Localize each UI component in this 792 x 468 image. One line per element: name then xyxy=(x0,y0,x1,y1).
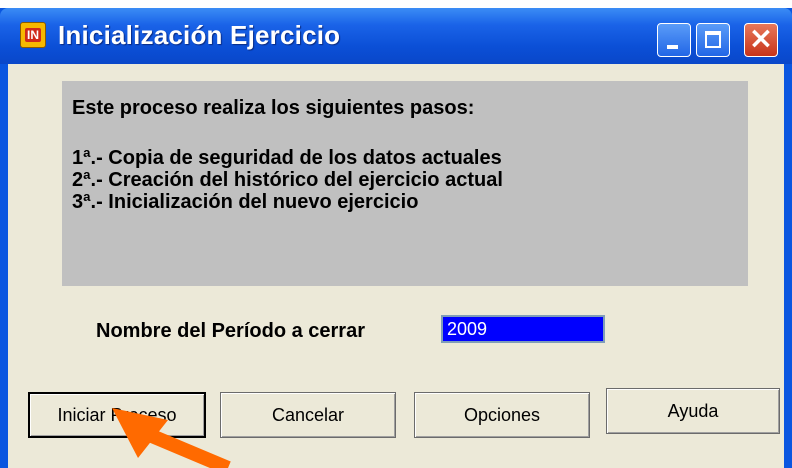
close-icon: × xyxy=(748,21,774,56)
cancel-button[interactable]: Cancelar xyxy=(220,392,396,438)
minimize-button[interactable] xyxy=(657,23,691,57)
step-1: 1ª.- Copia de seguridad de los datos act… xyxy=(72,147,502,169)
window-title: Inicialización Ejercicio xyxy=(58,20,341,50)
start-process-button[interactable]: Iniciar Proceso xyxy=(28,392,206,438)
info-panel: Este proceso realiza los siguientes paso… xyxy=(62,81,748,286)
maximize-button[interactable] xyxy=(696,23,730,57)
app-icon[interactable]: IN xyxy=(20,22,46,48)
info-heading: Este proceso realiza los siguientes paso… xyxy=(72,97,475,119)
options-button[interactable]: Opciones xyxy=(414,392,590,438)
step-2: 2ª.- Creación del histórico del ejercici… xyxy=(72,169,503,191)
help-button[interactable]: Ayuda xyxy=(606,388,780,434)
title-bar[interactable]: IN Inicialización Ejercicio × xyxy=(0,8,792,64)
minimize-icon xyxy=(667,45,678,49)
dialog-window: IN Inicialización Ejercicio × Este proce… xyxy=(0,8,792,468)
period-input[interactable] xyxy=(441,315,605,343)
step-3: 3ª.- Inicialización del nuevo ejercicio xyxy=(72,191,419,213)
period-label: Nombre del Período a cerrar xyxy=(96,320,365,342)
close-button[interactable]: × xyxy=(744,21,778,57)
dialog-body: Este proceso realiza los siguientes paso… xyxy=(8,64,784,468)
maximize-icon xyxy=(705,31,721,48)
